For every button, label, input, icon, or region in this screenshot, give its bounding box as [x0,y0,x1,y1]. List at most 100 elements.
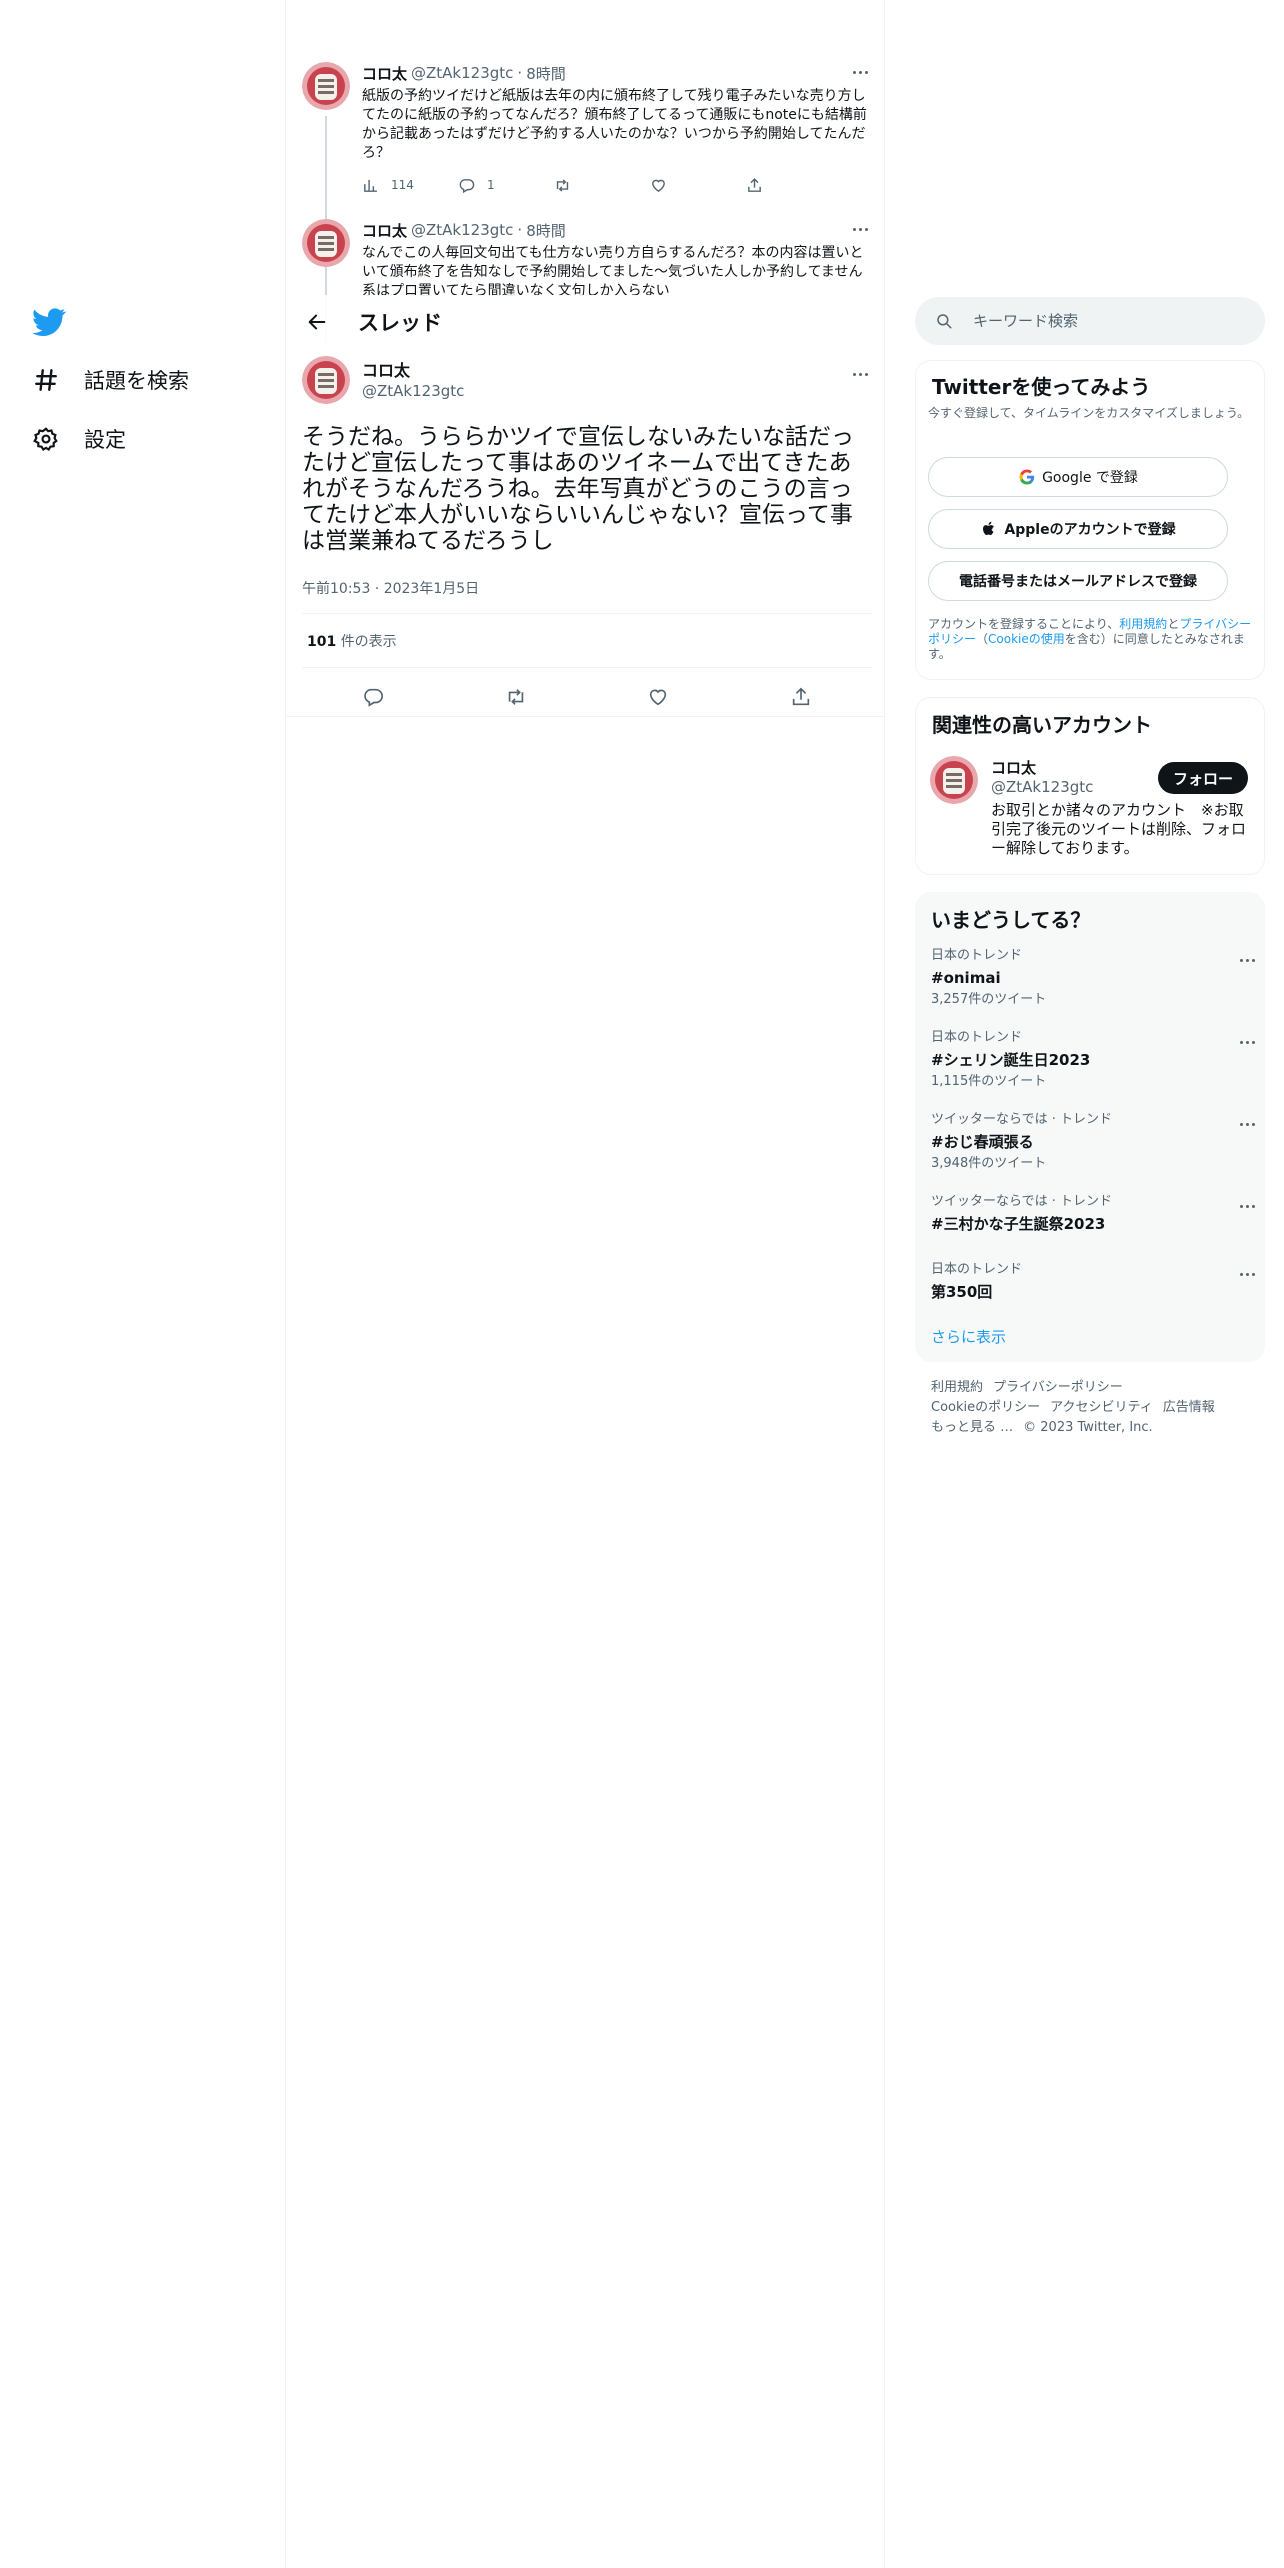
trend-count: 1,115件のツイート [931,1074,1047,1089]
cookie-link[interactable]: Cookieの使用 [988,632,1065,646]
views-info[interactable]: 101 件の表示 [307,631,397,651]
tweet-author-name[interactable]: コロ太 [362,361,464,381]
right-sidebar: Twitterを使ってみよう 今すぐ登録して、タイムラインをカスタマイズしましょ… [885,0,1284,2568]
reply-icon [459,178,475,193]
trend-item[interactable]: 日本のトレンド #onimai 3,257件のツイート [931,948,1255,1008]
trend-context: ツイッターならでは · トレンド [931,1112,1113,1127]
nav-settings[interactable]: 設定 [32,419,126,459]
terms-link[interactable]: 利用規約 [1119,617,1167,631]
analytics-icon [364,179,377,192]
page-title: スレッド [358,310,442,335]
avatar[interactable] [930,756,978,804]
like-button[interactable] [650,177,746,194]
related-account-name[interactable]: コロ太 [991,757,1036,778]
footer-privacy-link[interactable]: プライバシーポリシー [993,1380,1123,1395]
more-options-icon[interactable] [1235,1032,1259,1052]
separator-dot: · [517,221,523,239]
more-options-icon[interactable] [848,219,872,239]
footer-accessibility-link[interactable]: アクセシビリティ [1050,1400,1153,1415]
avatar[interactable] [302,219,350,267]
tweet-header: コロ太 @ZtAk123gtc · 8時間 [362,219,872,241]
trend-count: 3,257件のツイート [931,992,1047,1007]
terms-prefix: アカウントを登録することにより、 [928,617,1120,631]
share-button[interactable] [781,677,821,717]
tweet-text: なんでこの人毎回文句出ても仕方ない売り方自らするんだろ？本の内容は置いといて頒布… [362,245,864,299]
more-options-icon[interactable] [1235,950,1259,970]
terms-notice: アカウントを登録することにより、利用規約とプライバシーポリシー（Cookieの使… [928,617,1253,662]
divider [302,613,872,614]
trend-name: #onimai [931,969,1001,987]
related-title: 関連性の高いアカウント [932,713,1152,737]
nav-explore[interactable]: 話題を検索 [32,360,189,400]
more-options-icon[interactable] [1235,1196,1259,1216]
retweet-button[interactable] [496,677,536,717]
reply-icon [364,688,384,707]
follow-button[interactable]: フォロー [1158,762,1248,794]
trend-name: #三村かな子生誕祭2023 [931,1215,1106,1233]
phone-email-signup-button[interactable]: 電話番号またはメールアドレスで登録 [928,561,1228,601]
more-options-icon[interactable] [848,62,872,82]
tweet-author-name[interactable]: コロ太 [362,63,407,84]
divider [286,716,884,717]
nav-explore-label: 話題を検索 [84,369,189,393]
footer-more-link[interactable]: もっと見る … [931,1420,1013,1435]
share-button[interactable] [746,177,842,194]
views-count: 114 [391,178,414,192]
trend-context: 日本のトレンド [931,948,1023,963]
footer: 利用規約 プライバシーポリシー Cookieのポリシー アクセシビリティ 広告情報 も… [931,1378,1261,1438]
more-options-icon[interactable] [1235,1114,1259,1134]
divider [302,667,872,668]
like-button[interactable] [638,677,678,717]
tweet-actions [302,672,872,722]
related-account-bio: お取引とか諸々のアカウント ※お取引完了後元のツイートは削除、フォロー解除してお… [991,801,1247,857]
tweet-time[interactable]: 8時間 [526,63,566,84]
reply-button[interactable] [353,677,393,717]
more-options-icon[interactable] [1235,1264,1259,1284]
tweet-author-name[interactable]: コロ太 [362,220,407,241]
tweet-author-handle[interactable]: @ZtAk123gtc [411,221,513,239]
share-icon [748,177,761,192]
signup-title: Twitterを使ってみよう [932,375,1151,399]
reply-button[interactable]: 1 [458,177,554,194]
apple-icon [983,521,995,535]
hashtag-icon [32,366,60,394]
trend-context: ツイッターならでは · トレンド [931,1194,1113,1209]
trend-item[interactable]: ツイッターならでは · トレンド #おじ春頑張る 3,948件のツイート [931,1112,1255,1172]
apple-signup-button[interactable]: Appleのアカウントで登録 [928,509,1228,549]
tweet-timestamp[interactable]: 午前10:53 · 2023年1月5日 [302,578,479,598]
google-signup-button[interactable]: Google で登録 [928,457,1228,497]
retweet-icon [508,689,523,705]
footer-terms-link[interactable]: 利用規約 [931,1380,983,1395]
views-count: 101 [307,634,337,650]
share-icon [792,687,809,706]
views-button[interactable]: 114 [362,177,458,194]
show-more-link[interactable]: さらに表示 [931,1326,1006,1347]
trend-item[interactable]: ツイッターならでは · トレンド #三村かな子生誕祭2023 [931,1194,1255,1234]
retweet-button[interactable] [554,177,650,194]
trend-item[interactable]: 日本のトレンド #シェリン誕生日2023 1,115件のツイート [931,1030,1255,1090]
search-box[interactable] [915,297,1265,345]
footer-cookie-link[interactable]: Cookieのポリシー [931,1400,1040,1415]
more-options-icon[interactable] [848,364,872,384]
trend-item[interactable]: 日本のトレンド 第350回 [931,1262,1255,1302]
signup-card: Twitterを使ってみよう 今すぐ登録して、タイムラインをカスタマイズしましょ… [915,360,1265,680]
avatar[interactable] [302,62,350,110]
tweet-time[interactable]: 8時間 [526,220,566,241]
back-arrow-icon[interactable] [300,305,334,339]
views-label: 件の表示 [340,634,397,650]
related-account-handle[interactable]: @ZtAk123gtc [991,778,1093,796]
trends-card: いまどうしてる？ 日本のトレンド #onimai 3,257件のツイート 日本の… [915,892,1265,1362]
tweet-actions: 114 1 [362,175,872,195]
avatar[interactable] [302,356,350,404]
terms-and: と [1167,617,1180,631]
footer-ads-link[interactable]: 広告情報 [1163,1400,1215,1415]
twitter-logo-icon[interactable] [32,305,66,339]
reply-count: 1 [487,178,495,192]
search-icon [937,314,952,329]
tweet-body: コロ太 @ZtAk123gtc · 8時間 なんでこの人毎回文句出ても仕方ない売… [362,219,872,301]
search-input[interactable] [973,312,1233,330]
tweet-author-handle[interactable]: @ZtAk123gtc [362,381,464,401]
retweet-icon [556,178,569,192]
tweet-author-handle[interactable]: @ZtAk123gtc [411,64,513,82]
trend-name: #おじ春頑張る [931,1133,1034,1151]
